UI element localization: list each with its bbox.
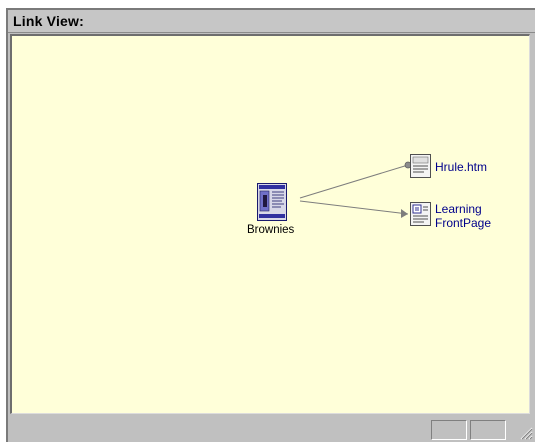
link-view-window: Link View: Brownies Hrule.htm Learning F… <box>6 8 535 442</box>
resize-grip-icon[interactable] <box>519 426 533 440</box>
learning-page-label[interactable]: Learning FrontPage <box>435 202 491 230</box>
status-panel-1 <box>431 420 467 440</box>
learning-label-line2: FrontPage <box>435 216 492 230</box>
center-page-icon[interactable] <box>257 183 287 221</box>
connector-arrow-learning <box>401 209 408 218</box>
html-page-icon <box>410 154 431 178</box>
hrule-label-line1: Hrule.htm <box>435 160 488 174</box>
connector-to-learning <box>299 200 409 215</box>
title-bar: Link View: <box>8 10 535 33</box>
web-page-icon <box>410 202 431 226</box>
hrule-page-icon[interactable] <box>410 154 431 178</box>
window-title: Link View: <box>13 13 84 29</box>
learning-page-icon[interactable] <box>410 202 431 226</box>
learning-label-line1: Learning <box>435 202 482 216</box>
link-view-pane[interactable]: Brownies Hrule.htm Learning FrontPage <box>10 34 530 414</box>
hrule-page-label[interactable]: Hrule.htm <box>435 160 487 174</box>
page-document-icon <box>257 183 287 221</box>
connector-to-hrule <box>299 164 409 199</box>
center-page-label[interactable]: Brownies <box>247 224 294 237</box>
status-bar <box>8 414 535 442</box>
status-panel-2 <box>470 420 506 440</box>
